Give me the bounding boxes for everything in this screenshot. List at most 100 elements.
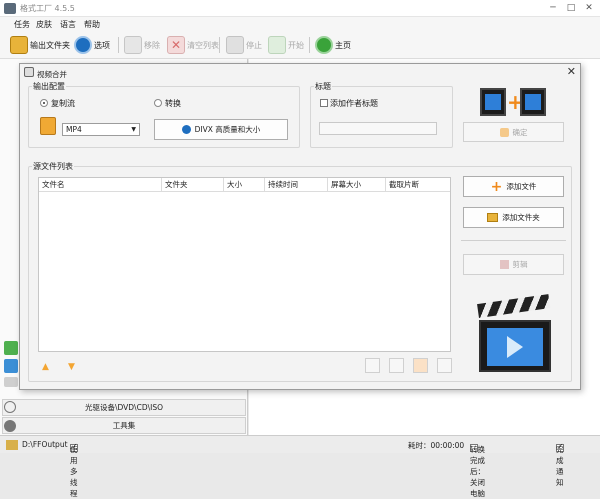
stop-label: 停止 — [246, 40, 262, 50]
folder-icon — [6, 440, 18, 450]
options-icon — [74, 36, 92, 54]
column-header-folder[interactable]: 文件夹 — [162, 178, 224, 192]
add-author-title-label: 添加作者标题 — [330, 99, 378, 108]
clip-icon — [499, 260, 509, 269]
add-folder-button[interactable]: 添加文件夹 — [463, 207, 564, 228]
video-merge-dialog: 视频合并 ✕ 输出配置 复制流 转换 MP4 ▼ DIVX 高质量和大小 标题 … — [19, 63, 581, 390]
source-file-table[interactable]: 文件名 文件夹 大小 持续时间 屏幕大小 截取片断 — [38, 177, 451, 352]
list-action-icon[interactable] — [365, 358, 380, 373]
column-header-clip[interactable]: 截取片断 — [386, 178, 452, 192]
clear-list-icon: ✕ — [167, 36, 185, 54]
window-title: 格式工厂 4.5.5 — [20, 4, 75, 13]
document-category-icon — [4, 377, 18, 387]
settings-icon — [181, 125, 191, 134]
title-input[interactable] — [319, 122, 437, 135]
ok-button[interactable]: 确定 — [463, 122, 564, 142]
optical-devices-label: 光驱设备\DVD\CD\ISO — [84, 403, 164, 412]
toolbar-divider — [219, 37, 220, 53]
video-format-icon — [40, 117, 56, 135]
add-file-label: 添加文件 — [506, 182, 537, 191]
menu-language[interactable]: 语言 — [60, 19, 76, 30]
format-select[interactable]: MP4 ▼ — [62, 123, 140, 136]
remove-button[interactable]: 移除 — [124, 35, 160, 55]
checkbox-icon — [320, 99, 328, 107]
column-header-duration[interactable]: 持续时间 — [265, 178, 328, 192]
move-up-icon[interactable]: ▲ — [42, 362, 49, 372]
clapperboard-icon — [477, 294, 551, 372]
convert-radio[interactable]: 转换 — [154, 98, 181, 109]
output-path[interactable]: D:\FFOutput — [22, 440, 68, 449]
elapsed-time: 耗时：00:00:00 — [408, 441, 465, 450]
remove-item-icon[interactable] — [389, 358, 404, 373]
title-bar: 格式工厂 4.5.5 ─ □ ✕ — [0, 0, 600, 17]
chevron-down-icon: ▼ — [131, 126, 136, 133]
options-label: 选项 — [94, 40, 110, 50]
optical-devices-category[interactable]: 光驱设备\DVD\CD\ISO — [2, 399, 246, 416]
output-folder-label: 输出文件夹 — [30, 40, 70, 50]
clip-label: 剪辑 — [512, 260, 528, 269]
radio-off-icon — [154, 99, 162, 107]
title-group — [310, 86, 453, 148]
copy-stream-label: 复制流 — [51, 99, 75, 108]
format-value: MP4 — [66, 125, 82, 134]
multithread-label: 使用多线程 — [70, 445, 78, 498]
menu-help[interactable]: 帮助 — [84, 19, 100, 30]
status-bar: D:\FFOutput 使用多线程 耗时：00:00:00 转换完成后：关闭电脑… — [0, 435, 600, 498]
stop-button[interactable]: 停止 — [226, 35, 262, 55]
copy-stream-radio[interactable]: 复制流 — [40, 98, 75, 109]
notify-label: 完成通知 — [556, 445, 564, 487]
menu-task[interactable]: 任务 — [14, 19, 30, 30]
add-author-title-checkbox[interactable]: 添加作者标题 — [320, 98, 378, 109]
start-label: 开始 — [288, 40, 304, 50]
play-icon[interactable] — [413, 358, 428, 373]
column-header-size[interactable]: 大小 — [224, 178, 265, 192]
clear-list-label: 清空列表 — [187, 40, 219, 50]
image-category-icon — [4, 359, 18, 373]
dialog-icon — [24, 67, 34, 77]
clip-button[interactable]: 剪辑 — [463, 254, 564, 275]
disc-icon — [4, 401, 16, 413]
dialog-title: 视频合并 — [37, 70, 67, 79]
toolbox-category[interactable]: 工具集 — [2, 417, 246, 434]
close-icon[interactable]: ✕ — [582, 2, 596, 14]
column-header-filename[interactable]: 文件名 — [39, 178, 162, 192]
add-folder-label: 添加文件夹 — [502, 213, 540, 222]
add-folder-icon — [487, 213, 499, 222]
move-down-icon[interactable]: ▼ — [68, 362, 75, 372]
add-file-button[interactable]: + 添加文件 — [463, 176, 564, 197]
arrow-right-icon — [499, 127, 509, 137]
quality-settings-label: DIVX 高质量和大小 — [194, 125, 261, 134]
app-icon — [4, 3, 16, 14]
stop-icon — [226, 36, 244, 54]
convert-label: 转换 — [165, 99, 181, 108]
clear-list-button[interactable]: ✕ 清空列表 — [167, 35, 219, 55]
start-button[interactable]: 开始 — [268, 35, 304, 55]
film-merge-icon: + — [480, 88, 546, 116]
home-button[interactable]: 主页 — [315, 35, 351, 55]
column-header-screen-size[interactable]: 屏幕大小 — [328, 178, 386, 192]
quality-settings-button[interactable]: DIVX 高质量和大小 — [154, 119, 288, 140]
radio-on-icon — [40, 99, 48, 107]
toolbar: 输出文件夹 选项 移除 ✕ 清空列表 停止 开始 主页 — [0, 31, 600, 59]
start-icon — [268, 36, 286, 54]
maximize-icon[interactable]: □ — [564, 2, 578, 14]
source-list-label: 源文件列表 — [32, 161, 74, 172]
ok-label: 确定 — [512, 127, 528, 137]
add-file-icon: + — [490, 178, 503, 195]
music-category-icon — [4, 341, 18, 355]
shutdown-label: 转换完成后：关闭电脑 — [470, 445, 485, 498]
minimize-icon[interactable]: ─ — [546, 2, 560, 14]
remove-icon — [124, 36, 142, 54]
dialog-close-icon[interactable]: ✕ — [567, 65, 576, 78]
output-folder-button[interactable]: 输出文件夹 — [10, 35, 70, 55]
remove-label: 移除 — [144, 40, 160, 50]
menu-skin[interactable]: 皮肤 — [36, 19, 52, 30]
home-label: 主页 — [335, 40, 351, 50]
toolbox-label: 工具集 — [112, 421, 136, 430]
folder-icon — [10, 36, 28, 54]
menu-bar: 任务 皮肤 语言 帮助 — [0, 17, 600, 31]
divider — [461, 240, 566, 241]
toolbar-divider — [309, 37, 310, 53]
info-icon[interactable] — [437, 358, 452, 373]
options-button[interactable]: 选项 — [74, 35, 110, 55]
